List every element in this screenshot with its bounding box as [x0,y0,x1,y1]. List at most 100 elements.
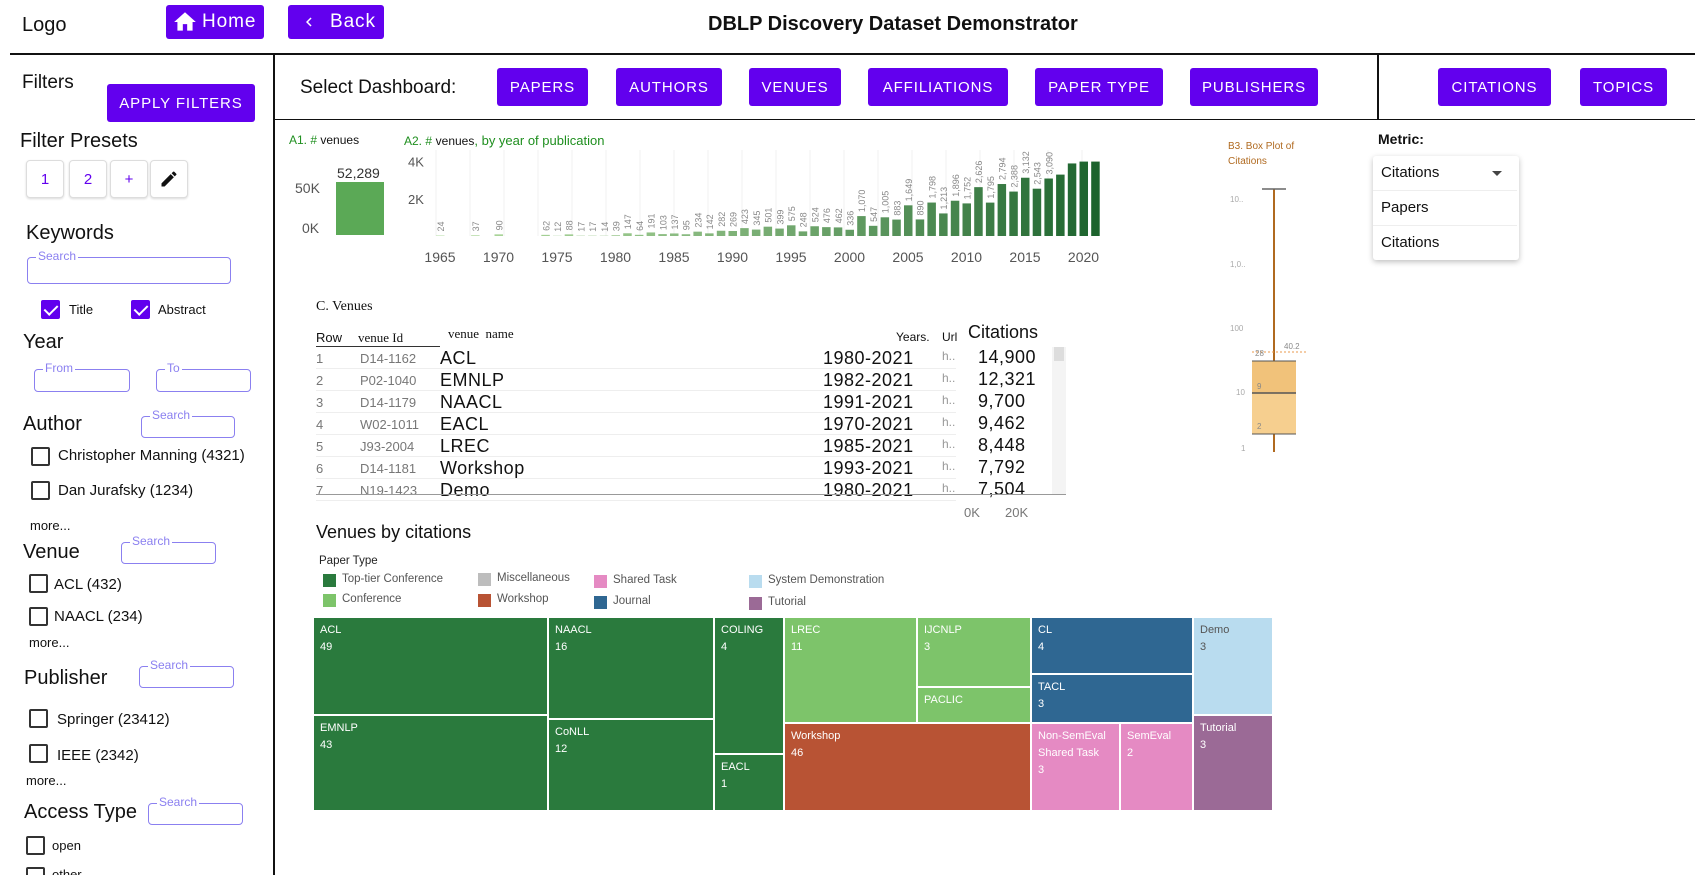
a2-bar-label: 90 [495,220,505,230]
abstract-checkbox[interactable] [131,300,150,319]
publisher-checkbox-label: IEEE (2342) [57,747,139,764]
venue-checkbox[interactable] [29,607,48,626]
a1-bar [336,182,384,235]
a2-bar-label: 1,649 [904,179,914,202]
treemap-cell[interactable]: Non-SemEval Shared Task 3 [1031,723,1120,811]
metric-selected-value: Citations [1381,164,1440,181]
publisher-checkbox[interactable] [29,744,48,763]
author-search-input[interactable]: Search [141,408,235,438]
col-venue-name-header: venue name [448,326,514,341]
table-row[interactable]: 4 W02-1011 EACL 1970-2021 h.. 9,462 [316,413,1066,435]
back-button[interactable]: Back [288,5,384,39]
publisher-more-link[interactable]: more... [26,773,66,788]
venue-checkbox[interactable] [29,574,48,593]
treemap-cell[interactable]: EMNLP 43 [313,715,548,811]
tab-publishers[interactable]: PUBLISHERS [1190,68,1318,106]
treemap-cell[interactable]: SemEval 2 [1120,723,1193,811]
metric-label: Metric: [1378,131,1424,147]
a2-bar-label: 890 [916,200,926,215]
venue-url: h.. [942,371,956,385]
back-label: Back [330,11,376,32]
treemap-cell[interactable]: Workshop 46 [784,723,1031,811]
a2-bar-label: 1,795 [986,176,996,199]
treemap-cell[interactable]: CoNLL 12 [548,719,714,811]
table-row[interactable]: 7 N19-1423 Demo 1980-2021 h.. 7,504 [316,479,1066,501]
a2-bar-label: 423 [740,209,750,224]
treemap-cell-name: NAACL [555,624,592,636]
a1-tick: 50K [295,180,320,196]
access-search-input[interactable]: Search [148,795,243,825]
venues-table-scrollbar[interactable] [1052,347,1066,494]
author-heading: Author [23,413,82,435]
metric-option-citations[interactable]: Citations [1373,226,1517,261]
a2-bar [939,213,948,236]
a2-bar [787,225,796,236]
legend-label: Workshop [497,593,549,605]
tab-venues[interactable]: VENUES [749,68,841,106]
tab-topics[interactable]: TOPICS [1580,68,1667,106]
year-from-label: From [43,361,75,375]
preset-2-button[interactable]: 2 [69,160,107,198]
treemap-cell[interactable]: NAACL 16 [548,617,714,719]
year-from-input[interactable]: From [34,361,130,392]
author-more-link[interactable]: more... [30,518,70,533]
venue-years: 1980-2021 [823,480,914,500]
treemap-cell[interactable]: ACL 49 [313,617,548,715]
venue-id: J93-2004 [360,439,415,454]
home-button[interactable]: Home [166,5,264,39]
tab-authors[interactable]: AUTHORS [616,68,722,106]
tab-papers[interactable]: PAPERS [497,68,588,106]
chevron-left-icon [306,17,312,27]
access-checkbox[interactable] [26,867,45,875]
keyword-search-input[interactable]: Search [27,249,231,284]
author-checkbox[interactable] [31,481,50,500]
metric-option-papers[interactable]: Papers [1373,191,1517,226]
publisher-checkbox[interactable] [29,709,48,728]
table-row[interactable]: 2 P02-1040 EMNLP 1982-2021 h.. 12,321 [316,369,1066,391]
treemap-cell[interactable]: TACL 3 [1031,674,1193,723]
treemap-cell[interactable]: LREC 11 [784,617,917,723]
treemap-cell[interactable]: Demo 3 [1193,617,1273,715]
legend-label: Tutorial [768,596,806,608]
tab-paper-type[interactable]: PAPER TYPE [1035,68,1163,106]
treemap-cell-name: Tutorial [1200,722,1237,734]
venue-search-input[interactable]: Search [121,534,216,564]
dropdown-arrow-icon [1492,171,1502,176]
preset-1-button[interactable]: 1 [26,160,64,198]
treemap-cell[interactable]: Tutorial 3 [1193,715,1273,811]
a2-bar-label: 12 [553,222,563,232]
apply-filters-button[interactable]: APPLY FILTERS [107,84,255,122]
metric-select[interactable]: Citations [1373,156,1517,191]
venue-name: Demo [440,480,491,500]
treemap-cell[interactable]: IJCNLP 3 [917,617,1031,687]
venue-id: N19-1423 [360,483,418,498]
table-row[interactable]: 5 J93-2004 LREC 1985-2021 h.. 8,448 [316,435,1066,457]
table-row[interactable]: 3 D14-1179 NAACL 1991-2021 h.. 9,700 [316,391,1066,413]
scrollbar-thumb[interactable] [1054,347,1064,361]
treemap-cell[interactable]: COLING 4 [714,617,784,754]
add-preset-button[interactable]: + [110,160,148,198]
tab-affiliations[interactable]: AFFILIATIONS [868,68,1008,106]
treemap-cell-name: EACL [721,761,750,773]
access-checkbox[interactable] [26,836,45,855]
table-row[interactable]: 6 D14-1181 Workshop 1993-2021 h.. 7,792 [316,457,1066,479]
a2-bar [564,234,574,236]
venue-id: D14-1162 [360,351,417,366]
treemap-title: Venues by citations [316,522,472,542]
author-checkbox[interactable] [31,447,50,466]
venues-table-bottom [316,494,1066,495]
treemap-cell[interactable]: EACL 1 [714,754,784,811]
year-to-input[interactable]: To [156,361,251,392]
a2-bar [611,235,620,236]
title-checkbox[interactable] [41,300,60,319]
keywords-heading: Keywords [26,222,114,244]
treemap-cell[interactable]: CL 4 [1031,617,1193,674]
tab-citations[interactable]: CITATIONS [1438,68,1551,106]
citations-axis-tick: 0K [964,505,980,520]
edit-preset-button[interactable] [150,160,188,198]
publisher-search-input[interactable]: Search [139,658,234,688]
treemap-cell[interactable]: PACLIC [917,687,1031,723]
table-row[interactable]: 1 D14-1162 ACL 1980-2021 h.. 14,900 [316,347,1066,369]
venue-more-link[interactable]: more... [29,635,69,650]
a2-bar-label: 3,090 [1044,152,1054,175]
